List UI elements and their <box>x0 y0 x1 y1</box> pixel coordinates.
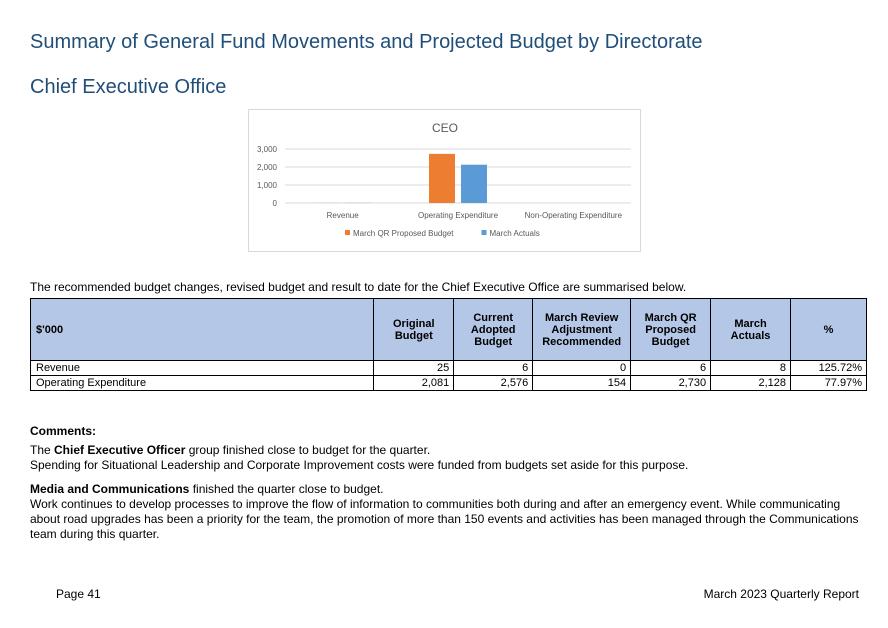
x-tick-label: Non-Operating Expenditure <box>525 211 623 220</box>
budget-table: $'000 Original Budget Current Adopted Bu… <box>29 298 867 391</box>
comments-heading: Comments: <box>30 424 97 438</box>
y-tick-label: 2,000 <box>257 163 278 172</box>
comment-text: group finished close to budget for the q… <box>185 443 431 457</box>
comment-text: The <box>30 443 55 457</box>
table-cell: 6 <box>453 360 534 376</box>
bar <box>429 153 455 203</box>
col-header-label: $'000 <box>29 298 375 361</box>
table-cell: 0 <box>532 360 632 376</box>
comment-bold: Chief Executive Officer <box>54 443 186 457</box>
y-tick-label: 3,000 <box>257 145 278 154</box>
table-row: Revenue 25 6 0 6 8 125.72% <box>29 360 867 376</box>
table-header-row: $'000 Original Budget Current Adopted Bu… <box>29 298 867 361</box>
legend-label: March Actuals <box>490 229 540 238</box>
col-header-march-qr-proposed-budget: March QR Proposed Budget <box>630 298 712 361</box>
comment-ceo: The Chief Executive Officer group finish… <box>30 443 860 473</box>
intro-text: The recommended budget changes, revised … <box>30 280 687 294</box>
table-cell: Revenue <box>29 360 375 376</box>
col-header-original-budget: Original Budget <box>373 298 455 361</box>
table-cell: Operating Expenditure <box>29 375 375 391</box>
comment-bold: Media and Communications <box>30 482 190 496</box>
col-header-current-adopted-budget: Current Adopted Budget <box>453 298 534 361</box>
table-row: Operating Expenditure 2,081 2,576 154 2,… <box>29 375 867 391</box>
legend-swatch <box>481 230 487 235</box>
bar <box>461 164 487 203</box>
table-cell: 154 <box>532 375 632 391</box>
comment-media: Media and Communications finished the qu… <box>30 482 860 542</box>
table-cell: 2,081 <box>373 375 455 391</box>
col-header-march-actuals: March Actuals <box>710 298 792 361</box>
page-title: Summary of General Fund Movements and Pr… <box>30 31 703 53</box>
footer-page-number: Page 41 <box>56 587 101 601</box>
table-cell: 125.72% <box>790 360 867 376</box>
chart-svg: CEO 0 1,000 2,000 3,000 Revenue Operating Expe… <box>257 121 631 238</box>
y-tick-label: 0 <box>273 199 278 208</box>
legend-label: March QR Proposed Budget <box>353 229 454 238</box>
col-header-march-review-adjustment: March Review Adjustment Recommended <box>532 298 632 361</box>
table-cell: 2,576 <box>453 375 534 391</box>
comment-text: Work continues to develop processes to i… <box>30 497 859 541</box>
x-tick-label: Revenue <box>327 211 360 220</box>
legend-swatch <box>345 230 350 235</box>
table-cell: 25 <box>373 360 455 376</box>
x-tick-label: Operating Expenditure <box>418 211 499 220</box>
footer-report-name: March 2023 Quarterly Report <box>703 587 859 601</box>
table-cell: 8 <box>710 360 792 376</box>
table-cell: 77.97% <box>790 375 867 391</box>
comment-text: finished the quarter close to budget. <box>189 482 384 496</box>
chart-title: CEO <box>432 121 458 135</box>
table-cell: 2,128 <box>710 375 792 391</box>
table-cell: 2,730 <box>630 375 712 391</box>
ceo-bar-chart: CEO 0 1,000 2,000 3,000 Revenue Operating Expe… <box>248 109 641 252</box>
y-tick-label: 1,000 <box>257 181 278 190</box>
table-cell: 6 <box>630 360 712 376</box>
comment-text: Spending for Situational Leadership and … <box>30 458 689 472</box>
section-title: Chief Executive Office <box>30 76 227 98</box>
col-header-percent: % <box>790 298 867 361</box>
